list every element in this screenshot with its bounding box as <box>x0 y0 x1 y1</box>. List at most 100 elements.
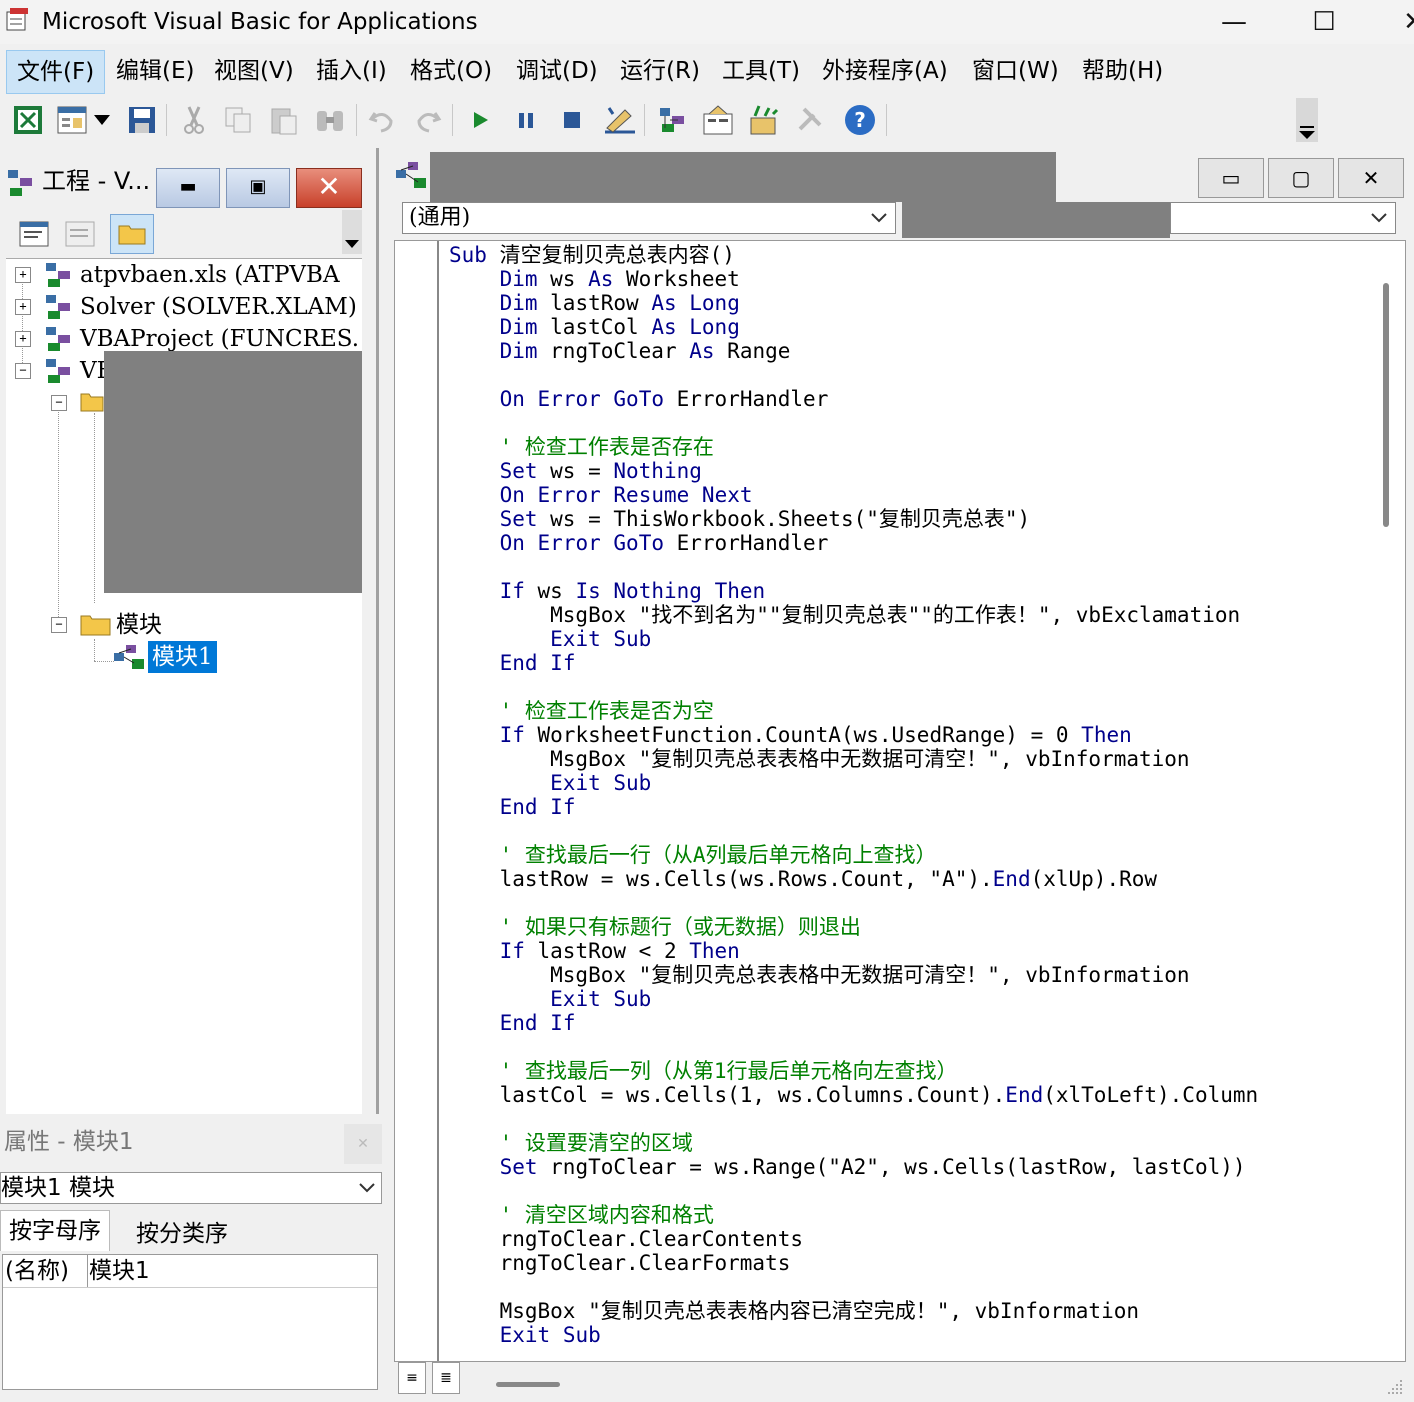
redo-icon[interactable] <box>410 102 446 138</box>
menu-format[interactable]: 格式(O) <box>400 50 502 92</box>
code-maximize-button[interactable]: ▢ <box>1268 158 1334 198</box>
break-icon[interactable] <box>508 102 544 138</box>
project-explorer-icon[interactable] <box>654 102 690 138</box>
view-excel-icon[interactable] <box>10 102 46 138</box>
code-line[interactable]: If WorksheetFunction.CountA(ws.UsedRange… <box>449 723 1132 747</box>
help-icon[interactable]: ? <box>842 102 878 138</box>
code-comment-line[interactable]: ' 检查工作表是否存在 <box>449 435 714 459</box>
code-comment-line[interactable]: ' 查找最后一行（从A列最后单元格向上查找） <box>449 843 937 867</box>
code-line[interactable]: Set ws = Nothing <box>449 459 702 483</box>
menu-debug[interactable]: 调试(D) <box>506 50 608 92</box>
view-code-icon[interactable] <box>12 214 56 254</box>
property-value[interactable]: 模块1 <box>89 1255 150 1287</box>
view-object-icon[interactable] <box>58 214 102 254</box>
properties-object-select[interactable]: 模块1 模块 <box>0 1172 382 1204</box>
close-button[interactable]: ✕ <box>1384 2 1414 42</box>
code-comment-line[interactable]: ' 如果只有标题行（或无数据）则退出 <box>449 915 861 939</box>
code-line[interactable]: Dim lastCol As Long <box>449 315 740 339</box>
paste-icon[interactable] <box>266 102 302 138</box>
code-line[interactable]: Exit Sub <box>449 627 651 651</box>
vertical-scrollbar[interactable] <box>1371 243 1401 1353</box>
object-combo[interactable]: (通用) <box>402 202 896 234</box>
code-comment-line[interactable]: ' 设置要清空的区域 <box>449 1131 693 1155</box>
code-line[interactable]: rngToClear.ClearContents <box>449 1227 803 1251</box>
code-line[interactable]: lastCol = ws.Cells(1, ws.Columns.Count).… <box>449 1083 1259 1107</box>
minimize-button[interactable]: — <box>1204 2 1264 42</box>
run-icon[interactable] <box>462 102 498 138</box>
tab-alphabetic[interactable]: 按字母序 <box>0 1210 110 1251</box>
toolbox-icon[interactable] <box>792 102 828 138</box>
code-editor[interactable]: Sub 清空复制贝壳总表内容() Dim ws As Worksheet Dim… <box>394 240 1406 1362</box>
toolbar-overflow-icon[interactable] <box>1296 98 1318 142</box>
procedure-combo[interactable] <box>1170 202 1396 234</box>
maximize-button[interactable]: ☐ <box>1294 2 1354 42</box>
insert-userform-icon[interactable] <box>54 102 90 138</box>
horizontal-scrollbar-thumb[interactable] <box>496 1382 560 1387</box>
menu-file[interactable]: 文件(F) <box>6 50 106 94</box>
code-line[interactable]: Exit Sub <box>449 771 651 795</box>
code-line[interactable]: MsgBox "复制贝壳总表表格内容已清空完成！", vbInformation <box>449 1299 1139 1323</box>
expand-icon[interactable]: + <box>15 267 31 283</box>
code-line[interactable]: End If <box>449 795 576 819</box>
properties-window-icon[interactable] <box>700 102 736 138</box>
code-line[interactable]: On Error GoTo ErrorHandler <box>449 531 829 555</box>
object-browser-icon[interactable] <box>746 102 782 138</box>
code-line[interactable]: MsgBox "复制贝壳总表表格中无数据可清空！", vbInformation <box>449 747 1189 771</box>
undo-icon[interactable] <box>364 102 400 138</box>
code-comment-line[interactable]: ' 查找最后一列（从第1行最后单元格向左查找） <box>449 1059 958 1083</box>
code-lines[interactable]: Sub 清空复制贝壳总表内容() Dim ws As Worksheet Dim… <box>449 243 1369 1353</box>
code-line[interactable]: Dim rngToClear As Range <box>449 339 791 363</box>
properties-close-icon[interactable]: ✕ <box>344 1124 382 1164</box>
design-mode-icon[interactable] <box>602 102 638 138</box>
menu-insert[interactable]: 插入(I) <box>306 50 397 92</box>
save-icon[interactable] <box>124 102 160 138</box>
code-line[interactable]: lastRow = ws.Cells(ws.Rows.Count, "A").E… <box>449 867 1157 891</box>
chevron-down-icon[interactable] <box>90 102 114 138</box>
project-toolbar-overflow-icon[interactable] <box>342 210 362 254</box>
menu-addins[interactable]: 外接程序(A) <box>812 50 958 92</box>
project-close-button[interactable]: ✕ <box>296 168 362 208</box>
code-line[interactable]: Set ws = ThisWorkbook.Sheets("复制贝壳总表") <box>449 507 1031 531</box>
code-line[interactable]: On Error GoTo ErrorHandler <box>449 387 829 411</box>
menu-window[interactable]: 窗口(W) <box>962 50 1069 92</box>
property-row-name[interactable]: (名称) 模块1 <box>3 1255 377 1288</box>
code-comment-line[interactable]: ' 清空区域内容和格式 <box>449 1203 714 1227</box>
code-line[interactable]: Dim lastRow As Long <box>449 291 740 315</box>
collapse-icon[interactable]: − <box>15 363 31 379</box>
code-minimize-button[interactable]: ▭ <box>1198 158 1264 198</box>
menu-view[interactable]: 视图(V) <box>204 50 304 92</box>
menu-tools[interactable]: 工具(T) <box>712 50 810 92</box>
vertical-scrollbar-thumb[interactable] <box>1383 283 1389 527</box>
code-line[interactable]: On Error Resume Next <box>449 483 753 507</box>
code-line[interactable]: End If <box>449 1011 576 1035</box>
code-line[interactable]: If lastRow < 2 Then <box>449 939 740 963</box>
code-line[interactable]: Exit Sub <box>449 987 651 1011</box>
toggle-folders-icon[interactable] <box>110 214 154 254</box>
copy-icon[interactable] <box>220 102 256 138</box>
find-icon[interactable] <box>312 102 348 138</box>
menu-run[interactable]: 运行(R) <box>610 50 710 92</box>
cut-icon[interactable] <box>176 102 212 138</box>
reset-icon[interactable] <box>554 102 590 138</box>
resize-grip-icon[interactable] <box>1386 1378 1404 1396</box>
code-line[interactable]: Set rngToClear = ws.Range("A2", ws.Cells… <box>449 1155 1246 1179</box>
project-minimize-button[interactable]: ▬ <box>156 168 220 208</box>
code-line[interactable]: End If <box>449 651 576 675</box>
code-close-button[interactable]: ✕ <box>1338 158 1404 198</box>
menu-edit[interactable]: 编辑(E) <box>106 50 204 92</box>
code-comment-line[interactable]: ' 检查工作表是否为空 <box>449 699 714 723</box>
margin-indicator-bar[interactable] <box>395 241 439 1361</box>
code-line[interactable]: MsgBox "复制贝壳总表表格中无数据可清空！", vbInformation <box>449 963 1189 987</box>
project-maximize-button[interactable]: ▣ <box>226 168 290 208</box>
expand-icon[interactable]: + <box>15 331 31 347</box>
code-line[interactable]: rngToClear.ClearFormats <box>449 1251 791 1275</box>
menu-help[interactable]: 帮助(H) <box>1072 50 1173 92</box>
expand-icon[interactable]: + <box>15 299 31 315</box>
full-module-view-icon[interactable]: ≣ <box>432 1362 460 1394</box>
code-line[interactable]: If ws Is Nothing Then <box>449 579 766 603</box>
procedure-view-icon[interactable]: ≡ <box>398 1362 426 1394</box>
tab-categorized[interactable]: 按分类序 <box>128 1214 236 1254</box>
collapse-icon[interactable]: − <box>51 617 67 633</box>
code-line[interactable]: MsgBox "找不到名为""复制贝壳总表""的工作表！", vbExclama… <box>449 603 1240 627</box>
code-line[interactable]: Exit Sub <box>449 1323 601 1347</box>
